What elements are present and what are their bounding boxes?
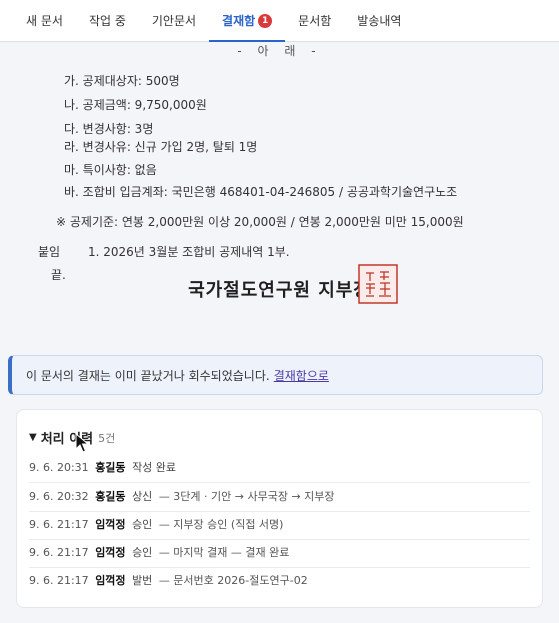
- tab-label: 작업 중: [88, 14, 126, 28]
- count-badge: 1: [258, 13, 273, 28]
- list-item: 마. 특이사항: 없음: [64, 163, 157, 177]
- tab-document-box[interactable]: 문서함: [285, 0, 344, 41]
- history-row: 9. 6. 20:31 홍길동 작성 완료: [29, 459, 530, 483]
- tab-drafts[interactable]: 기안문서: [139, 0, 209, 41]
- history-row: 9. 6. 21:17 임꺽정 승인 — 마지막 결재 — 결재 완료: [29, 544, 530, 568]
- history-actor: 임꺽정: [95, 574, 126, 587]
- history-row: 9. 6. 21:17 임꺽정 발번 — 문서번호 2026-절도연구-02: [29, 572, 530, 595]
- history-time: 9. 6. 21:17: [29, 518, 89, 531]
- tab-label: 문서함: [298, 14, 332, 28]
- history-actor: 홍길동: [95, 490, 126, 503]
- history-detail: — 마지막 결재 — 결재 완료: [158, 546, 290, 559]
- document-subheading: - 아 래 -: [237, 44, 322, 58]
- history-detail: — 지부장 승인 (직접 서명): [158, 518, 284, 531]
- history-action: 발번: [132, 574, 153, 587]
- approval-closed-notice: 이 문서의 결재는 이미 끝났거나 회수되었습니다. 결재함으로: [8, 355, 543, 395]
- history-detail: — 3단계 · 기안 → 사무국장 → 지부장: [158, 490, 335, 503]
- go-to-approval-box-link[interactable]: 결재함으로: [274, 367, 329, 384]
- list-item: 가. 공제대상자: 500명: [64, 74, 180, 88]
- tab-label: 새 문서: [26, 14, 63, 28]
- organization-signature: 국가절도연구원 지부장: [188, 280, 371, 301]
- history-time: 9. 6. 21:17: [29, 574, 89, 587]
- history-actor: 임꺽정: [95, 518, 126, 531]
- history-row: 9. 6. 21:17 임꺽정 승인 — 지부장 승인 (직접 서명): [29, 516, 530, 540]
- history-action: 승인: [132, 518, 153, 531]
- history-detail: — 문서번호 2026-절도연구-02: [158, 574, 308, 587]
- mouse-cursor-icon: [75, 433, 90, 453]
- triangle-down-icon: ▼: [29, 432, 37, 443]
- tab-label: 발송내역: [357, 14, 402, 28]
- history-action: 승인: [132, 546, 153, 559]
- history-time: 9. 6. 20:31: [29, 461, 89, 474]
- history-actor: 임꺽정: [95, 546, 126, 559]
- list-item: 라. 변경사유: 신규 가입 2명, 탈퇴 1명: [64, 140, 258, 154]
- official-seal-icon: [358, 264, 398, 304]
- tab-new-document[interactable]: 새 문서: [13, 0, 76, 41]
- notice-text: 이 문서의 결재는 이미 끝났거나 회수되었습니다.: [26, 368, 270, 383]
- tab-label: 결재함: [222, 14, 256, 28]
- tab-approval-box[interactable]: 결재함 1: [209, 0, 286, 42]
- list-item: 다. 변경사항: 3명: [64, 122, 154, 136]
- tab-bar: 새 문서 작업 중 기안문서 결재함 1 문서함 발송내역: [0, 0, 559, 42]
- attachment-text: 1. 2026년 3월분 조합비 공제내역 1부.: [88, 245, 290, 259]
- history-actor: 홍길동: [95, 461, 126, 474]
- history-time: 9. 6. 20:32: [29, 490, 89, 503]
- tab-sent-history[interactable]: 발송내역: [344, 0, 414, 41]
- history-action: 상신: [132, 490, 153, 503]
- list-item: 바. 조합비 입금계좌: 국민은행 468401-04-246805 / 공공과…: [64, 185, 458, 199]
- tab-in-progress[interactable]: 작업 중: [76, 0, 139, 41]
- history-count: 5건: [98, 431, 116, 445]
- processing-history-panel: ▼ 처리 이력 5건 9. 6. 20:31 홍길동 작성 완료 9. 6. 2…: [16, 409, 543, 608]
- list-item: 나. 공제금액: 9,750,000원: [64, 98, 207, 112]
- history-row: 9. 6. 20:32 홍길동 상신 — 3단계 · 기안 → 사무국장 → 지…: [29, 488, 530, 512]
- document-body: - 아 래 - 가. 공제대상자: 500명 나. 공제금액: 9,750,00…: [0, 42, 559, 362]
- processing-history-toggle[interactable]: ▼ 처리 이력 5건: [29, 428, 116, 448]
- attachment-label: 붙임: [38, 245, 61, 259]
- deduction-criteria-note: ※ 공제기준: 연봉 2,000만원 이상 20,000원 / 연봉 2,000…: [56, 215, 464, 229]
- history-time: 9. 6. 21:17: [29, 546, 89, 559]
- tab-label: 기안문서: [151, 14, 197, 28]
- history-action: 작성 완료: [132, 461, 177, 474]
